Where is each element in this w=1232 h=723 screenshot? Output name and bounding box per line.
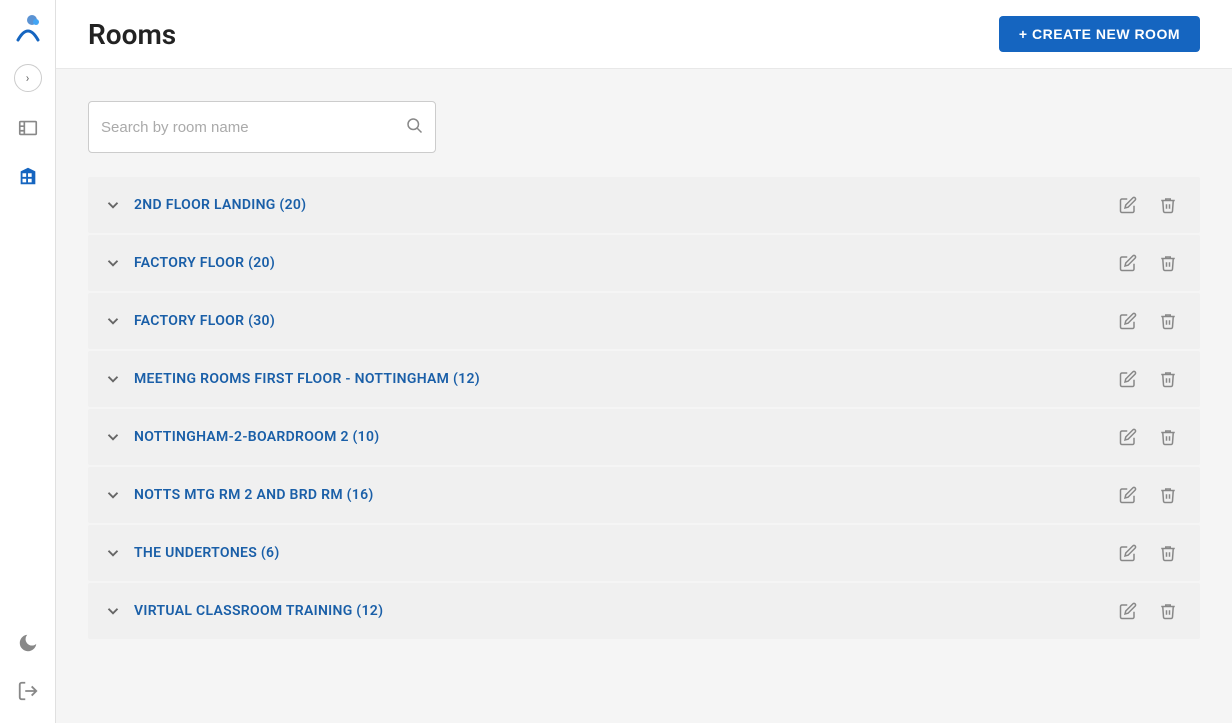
edit-room-button[interactable]: [1112, 189, 1144, 221]
search-box: [88, 101, 436, 153]
edit-room-button[interactable]: [1112, 537, 1144, 569]
app-logo: [10, 12, 46, 48]
edit-room-button[interactable]: [1112, 479, 1144, 511]
toggle-icon: ›: [26, 71, 30, 85]
table-row: 2ND FLOOR LANDING (20): [88, 177, 1200, 233]
chevron-down-icon[interactable]: [104, 370, 122, 388]
table-row: FACTORY FLOOR (20): [88, 235, 1200, 291]
edit-room-button[interactable]: [1112, 363, 1144, 395]
delete-room-button[interactable]: [1152, 595, 1184, 627]
chevron-down-icon[interactable]: [104, 196, 122, 214]
room-actions: [1112, 595, 1184, 627]
sidebar-item-building[interactable]: [8, 156, 48, 196]
table-row: NOTTINGHAM-2-BOARDROOM 2 (10): [88, 409, 1200, 465]
room-actions: [1112, 421, 1184, 453]
chevron-down-icon[interactable]: [104, 602, 122, 620]
edit-room-button[interactable]: [1112, 421, 1144, 453]
room-name: FACTORY FLOOR (20): [134, 255, 275, 271]
room-name: MEETING ROOMS FIRST FLOOR - NOTTINGHAM (…: [134, 371, 480, 387]
main-content: Rooms + CREATE NEW ROOM: [56, 0, 1232, 723]
sidebar-item-rooms[interactable]: [8, 108, 48, 148]
delete-room-button[interactable]: [1152, 363, 1184, 395]
page-header: Rooms + CREATE NEW ROOM: [56, 0, 1232, 69]
logout-button[interactable]: [8, 671, 48, 711]
delete-room-button[interactable]: [1152, 479, 1184, 511]
delete-room-button[interactable]: [1152, 189, 1184, 221]
chevron-down-icon[interactable]: [104, 544, 122, 562]
create-room-button[interactable]: + CREATE NEW ROOM: [999, 16, 1200, 52]
room-item-left: THE UNDERTONES (6): [104, 544, 280, 562]
room-name: VIRTUAL CLASSROOM TRAINING (12): [134, 603, 383, 619]
room-actions: [1112, 537, 1184, 569]
table-row: FACTORY FLOOR (30): [88, 293, 1200, 349]
room-item-left: FACTORY FLOOR (30): [104, 312, 275, 330]
sidebar-toggle-button[interactable]: ›: [14, 64, 42, 92]
table-row: THE UNDERTONES (6): [88, 525, 1200, 581]
content-area: 2ND FLOOR LANDING (20): [56, 69, 1232, 723]
delete-room-button[interactable]: [1152, 247, 1184, 279]
edit-room-button[interactable]: [1112, 595, 1144, 627]
chevron-down-icon[interactable]: [104, 312, 122, 330]
table-row: MEETING ROOMS FIRST FLOOR - NOTTINGHAM (…: [88, 351, 1200, 407]
page-title: Rooms: [88, 18, 176, 51]
room-actions: [1112, 247, 1184, 279]
edit-room-button[interactable]: [1112, 247, 1144, 279]
room-item-left: FACTORY FLOOR (20): [104, 254, 275, 272]
sidebar: ›: [0, 0, 56, 723]
room-name: NOTTS MTG RM 2 AND BRD RM (16): [134, 487, 374, 503]
chevron-down-icon[interactable]: [104, 254, 122, 272]
chevron-down-icon[interactable]: [104, 486, 122, 504]
room-name: FACTORY FLOOR (30): [134, 313, 275, 329]
edit-room-button[interactable]: [1112, 305, 1144, 337]
room-item-left: NOTTS MTG RM 2 AND BRD RM (16): [104, 486, 374, 504]
delete-room-button[interactable]: [1152, 537, 1184, 569]
room-item-left: NOTTINGHAM-2-BOARDROOM 2 (10): [104, 428, 380, 446]
search-container: [88, 101, 1200, 153]
room-actions: [1112, 479, 1184, 511]
table-row: VIRTUAL CLASSROOM TRAINING (12): [88, 583, 1200, 639]
delete-room-button[interactable]: [1152, 305, 1184, 337]
room-name: NOTTINGHAM-2-BOARDROOM 2 (10): [134, 429, 380, 445]
sidebar-bottom: [8, 623, 48, 711]
room-name: THE UNDERTONES (6): [134, 545, 280, 561]
room-actions: [1112, 305, 1184, 337]
room-item-left: VIRTUAL CLASSROOM TRAINING (12): [104, 602, 383, 620]
room-item-left: 2ND FLOOR LANDING (20): [104, 196, 306, 214]
dark-mode-toggle[interactable]: [8, 623, 48, 663]
room-name: 2ND FLOOR LANDING (20): [134, 197, 306, 213]
room-actions: [1112, 189, 1184, 221]
table-row: NOTTS MTG RM 2 AND BRD RM (16): [88, 467, 1200, 523]
delete-room-button[interactable]: [1152, 421, 1184, 453]
room-actions: [1112, 363, 1184, 395]
search-icon: [405, 116, 423, 138]
room-item-left: MEETING ROOMS FIRST FLOOR - NOTTINGHAM (…: [104, 370, 480, 388]
chevron-down-icon[interactable]: [104, 428, 122, 446]
room-list: 2ND FLOOR LANDING (20): [88, 177, 1200, 639]
search-input[interactable]: [101, 119, 405, 136]
